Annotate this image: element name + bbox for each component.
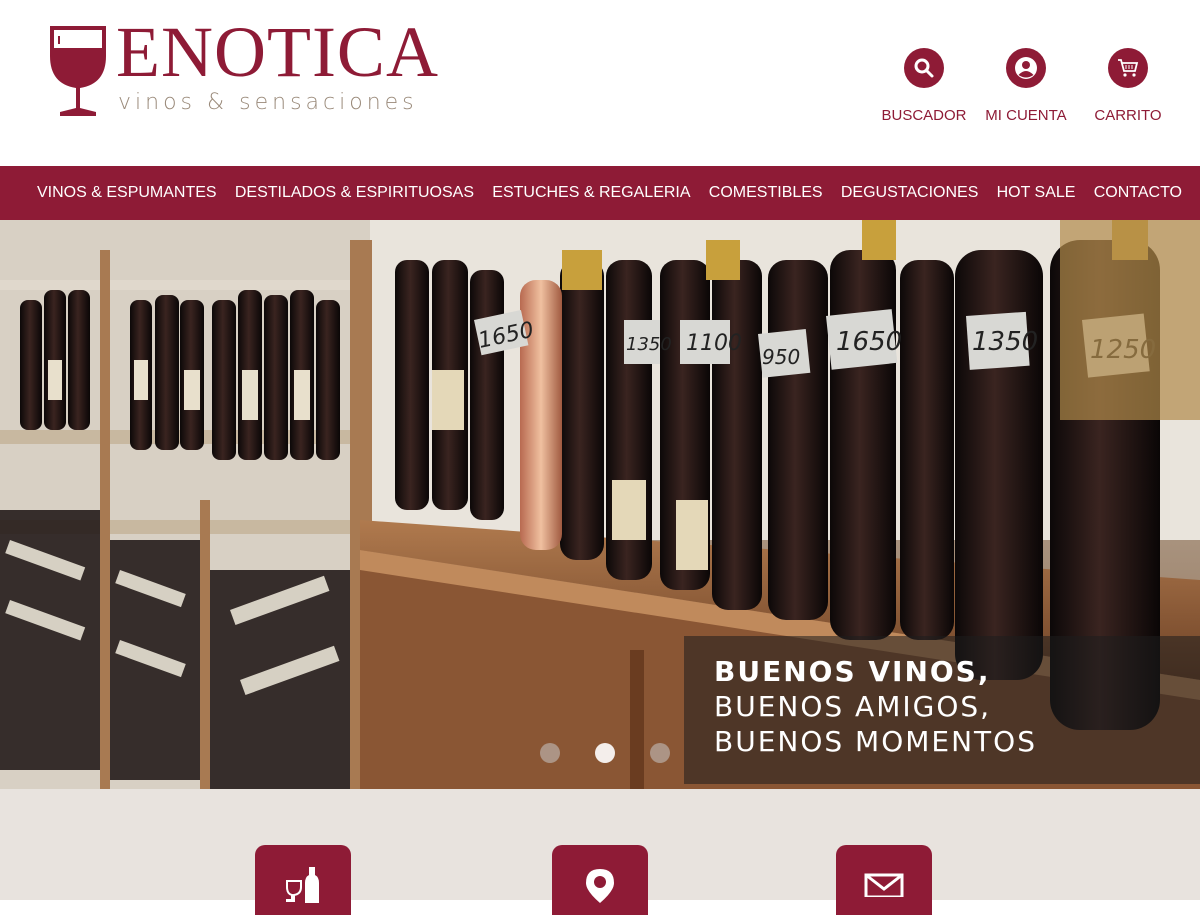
nav-item-contacto[interactable]: CONTACTO: [1094, 184, 1182, 202]
svg-text:950: 950: [762, 345, 800, 369]
hero-slider[interactable]: 1650 1350 1100 950 1650 1350 1250 BUENOS…: [0, 220, 1200, 789]
slider-dots: [540, 743, 670, 763]
cart-button[interactable]: CARRITO: [1084, 48, 1172, 124]
cart-icon: [1108, 48, 1148, 88]
search-icon: [904, 48, 944, 88]
account-label: MI CUENTA: [985, 107, 1067, 124]
svg-text:1100: 1100: [686, 331, 742, 356]
hero-caption-line-2: BUENOS AMIGOS,: [714, 690, 992, 723]
svg-text:1350: 1350: [626, 334, 672, 355]
feature-contact-button[interactable]: [836, 845, 932, 915]
cart-label: CARRITO: [1094, 107, 1162, 124]
features-section: [0, 789, 1200, 915]
nav-item-comestibles[interactable]: COMESTIBLES: [709, 184, 823, 202]
nav-item-vinos[interactable]: VINOS & ESPUMANTES: [37, 184, 217, 202]
hero-caption: BUENOS VINOS, BUENOS AMIGOS, BUENOS MOME…: [684, 636, 1200, 784]
brand-name: ENOTICA: [116, 12, 439, 92]
site-header: ENOTICA vinos & sensaciones BUSCADOR MI …: [0, 0, 1200, 166]
nav-item-destilados[interactable]: DESTILADOS & ESPIRITUOSAS: [235, 184, 474, 202]
header-actions: BUSCADOR MI CUENTA CARRITO: [880, 48, 1172, 124]
wine-bottle-icon: [286, 867, 319, 903]
wine-glass-logo-icon: [50, 26, 106, 116]
search-label: BUSCADOR: [881, 107, 967, 124]
location-pin-icon: [586, 869, 614, 903]
svg-text:1650: 1650: [836, 327, 902, 357]
svg-text:1350: 1350: [972, 327, 1038, 357]
search-button[interactable]: BUSCADOR: [880, 48, 968, 124]
brand-tagline: vinos & sensaciones: [118, 90, 418, 115]
mail-icon: [864, 873, 904, 897]
user-icon: [1006, 48, 1046, 88]
account-button[interactable]: MI CUENTA: [982, 48, 1070, 124]
nav-item-degustaciones[interactable]: DEGUSTACIONES: [841, 184, 979, 202]
nav-item-estuches[interactable]: ESTUCHES & REGALERIA: [492, 184, 690, 202]
main-nav: VINOS & ESPUMANTES DESTILADOS & ESPIRITU…: [0, 166, 1200, 220]
feature-location-button[interactable]: [552, 845, 648, 915]
feature-wine-button[interactable]: [255, 845, 351, 915]
slider-dot-3[interactable]: [650, 743, 670, 763]
slider-dot-2[interactable]: [595, 743, 615, 763]
nav-item-hot-sale[interactable]: HOT SALE: [997, 184, 1076, 202]
hero-caption-line-1: BUENOS VINOS,: [714, 655, 991, 688]
brand-logo[interactable]: ENOTICA vinos & sensaciones: [46, 12, 466, 128]
slider-dot-1[interactable]: [540, 743, 560, 763]
hero-caption-line-3: BUENOS MOMENTOS: [714, 725, 1037, 758]
